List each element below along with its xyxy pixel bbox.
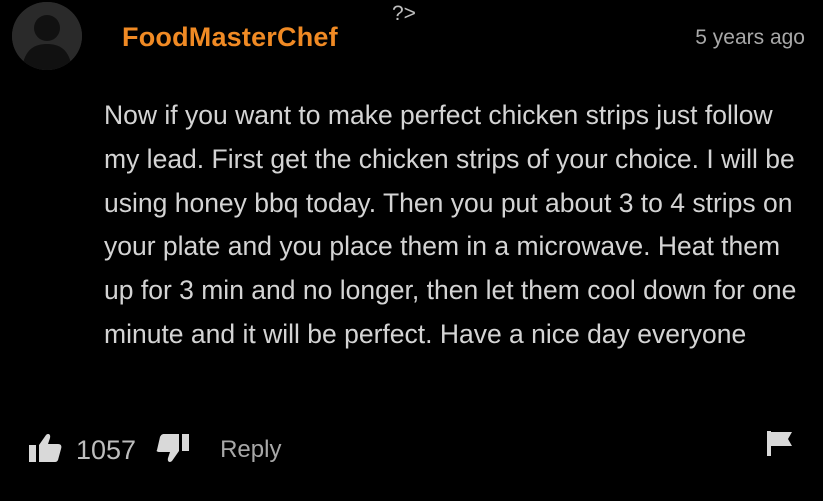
thumbs-down-icon[interactable] <box>156 433 190 468</box>
thumbs-up-icon[interactable] <box>28 433 62 468</box>
reply-button[interactable]: Reply <box>220 436 281 464</box>
stray-text: ?> <box>392 2 416 25</box>
like-count: 1057 <box>76 434 137 465</box>
default-user-avatar-icon <box>12 2 82 70</box>
flag-icon[interactable] <box>766 430 794 461</box>
comment-actions: 1057 Reply <box>28 428 281 472</box>
comment-body: Now if you want to make perfect chicken … <box>104 100 797 349</box>
avatar[interactable] <box>12 2 82 70</box>
timestamp: 5 years ago <box>695 26 805 49</box>
username[interactable]: FoodMasterChef <box>122 22 338 53</box>
comment-card: FoodMasterChef ?> 5 years ago Now if you… <box>0 0 823 501</box>
